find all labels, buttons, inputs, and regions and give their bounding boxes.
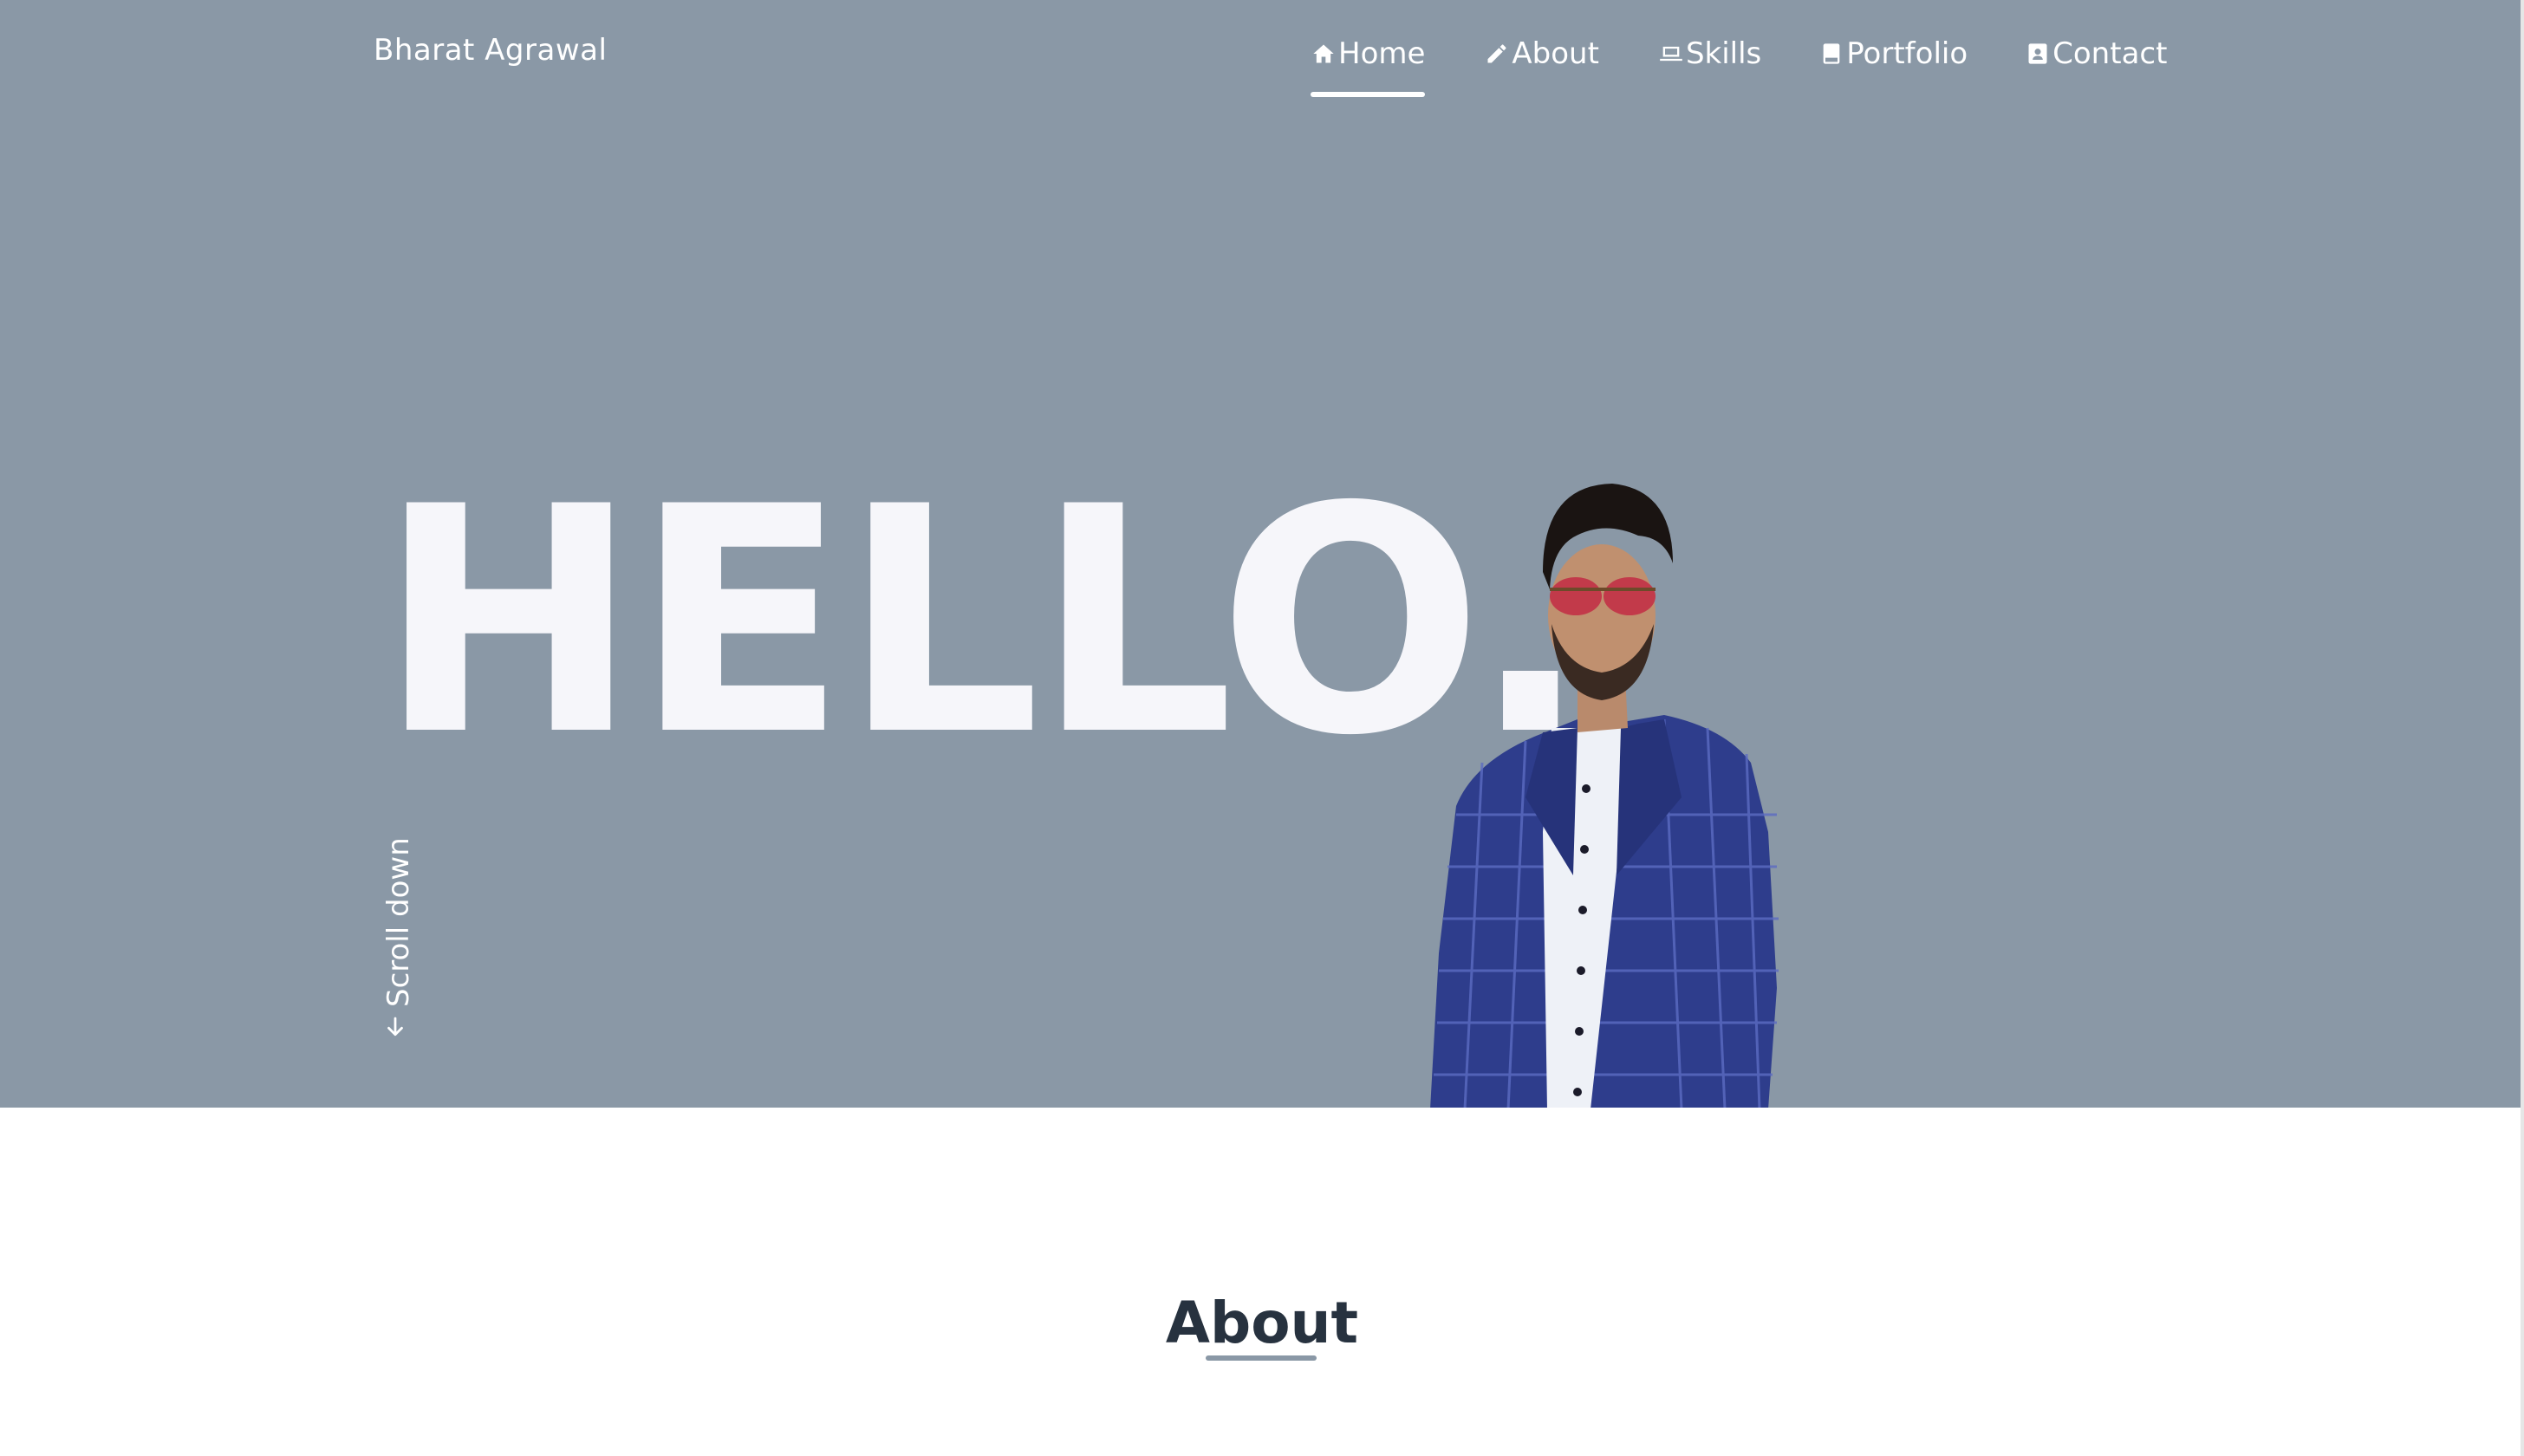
about-section: About <box>0 1108 2524 1456</box>
nav-label-home: Home <box>1338 36 1426 71</box>
book-icon <box>1818 41 1844 67</box>
nav-label-contact: Contact <box>2052 36 2168 71</box>
pencil-icon <box>1484 41 1510 67</box>
hero-section: Bharat Agrawal Home About Skills Portfol… <box>0 0 2524 1108</box>
main-nav: Home About Skills Portfolio Contact <box>1311 33 2167 97</box>
nav-item-contact[interactable]: Contact <box>2025 33 2167 75</box>
scroll-down-link[interactable]: Scroll down <box>381 837 416 1040</box>
nav-item-home[interactable]: Home <box>1311 33 1426 97</box>
scroll-down-label: Scroll down <box>381 837 416 1007</box>
about-title-underline <box>1206 1355 1317 1361</box>
laptop-icon <box>1658 41 1684 67</box>
contact-card-icon <box>2025 41 2051 67</box>
nav-label-portfolio: Portfolio <box>1846 36 1968 71</box>
nav-label-skills: Skills <box>1685 36 1762 71</box>
profile-photo <box>1430 484 1779 1108</box>
nav-item-skills[interactable]: Skills <box>1658 33 1761 75</box>
page: Bharat Agrawal Home About Skills Portfol… <box>0 0 2524 1456</box>
scrollbar-track[interactable] <box>2521 0 2524 1456</box>
arrow-down-icon <box>381 1014 416 1040</box>
nav-label-about: About <box>1512 36 1599 71</box>
brand-name[interactable]: Bharat Agrawal <box>374 33 607 68</box>
about-title: About <box>1165 1290 1359 1356</box>
nav-item-portfolio[interactable]: Portfolio <box>1818 33 1968 75</box>
nav-item-about[interactable]: About <box>1484 33 1599 75</box>
home-icon <box>1311 41 1337 67</box>
